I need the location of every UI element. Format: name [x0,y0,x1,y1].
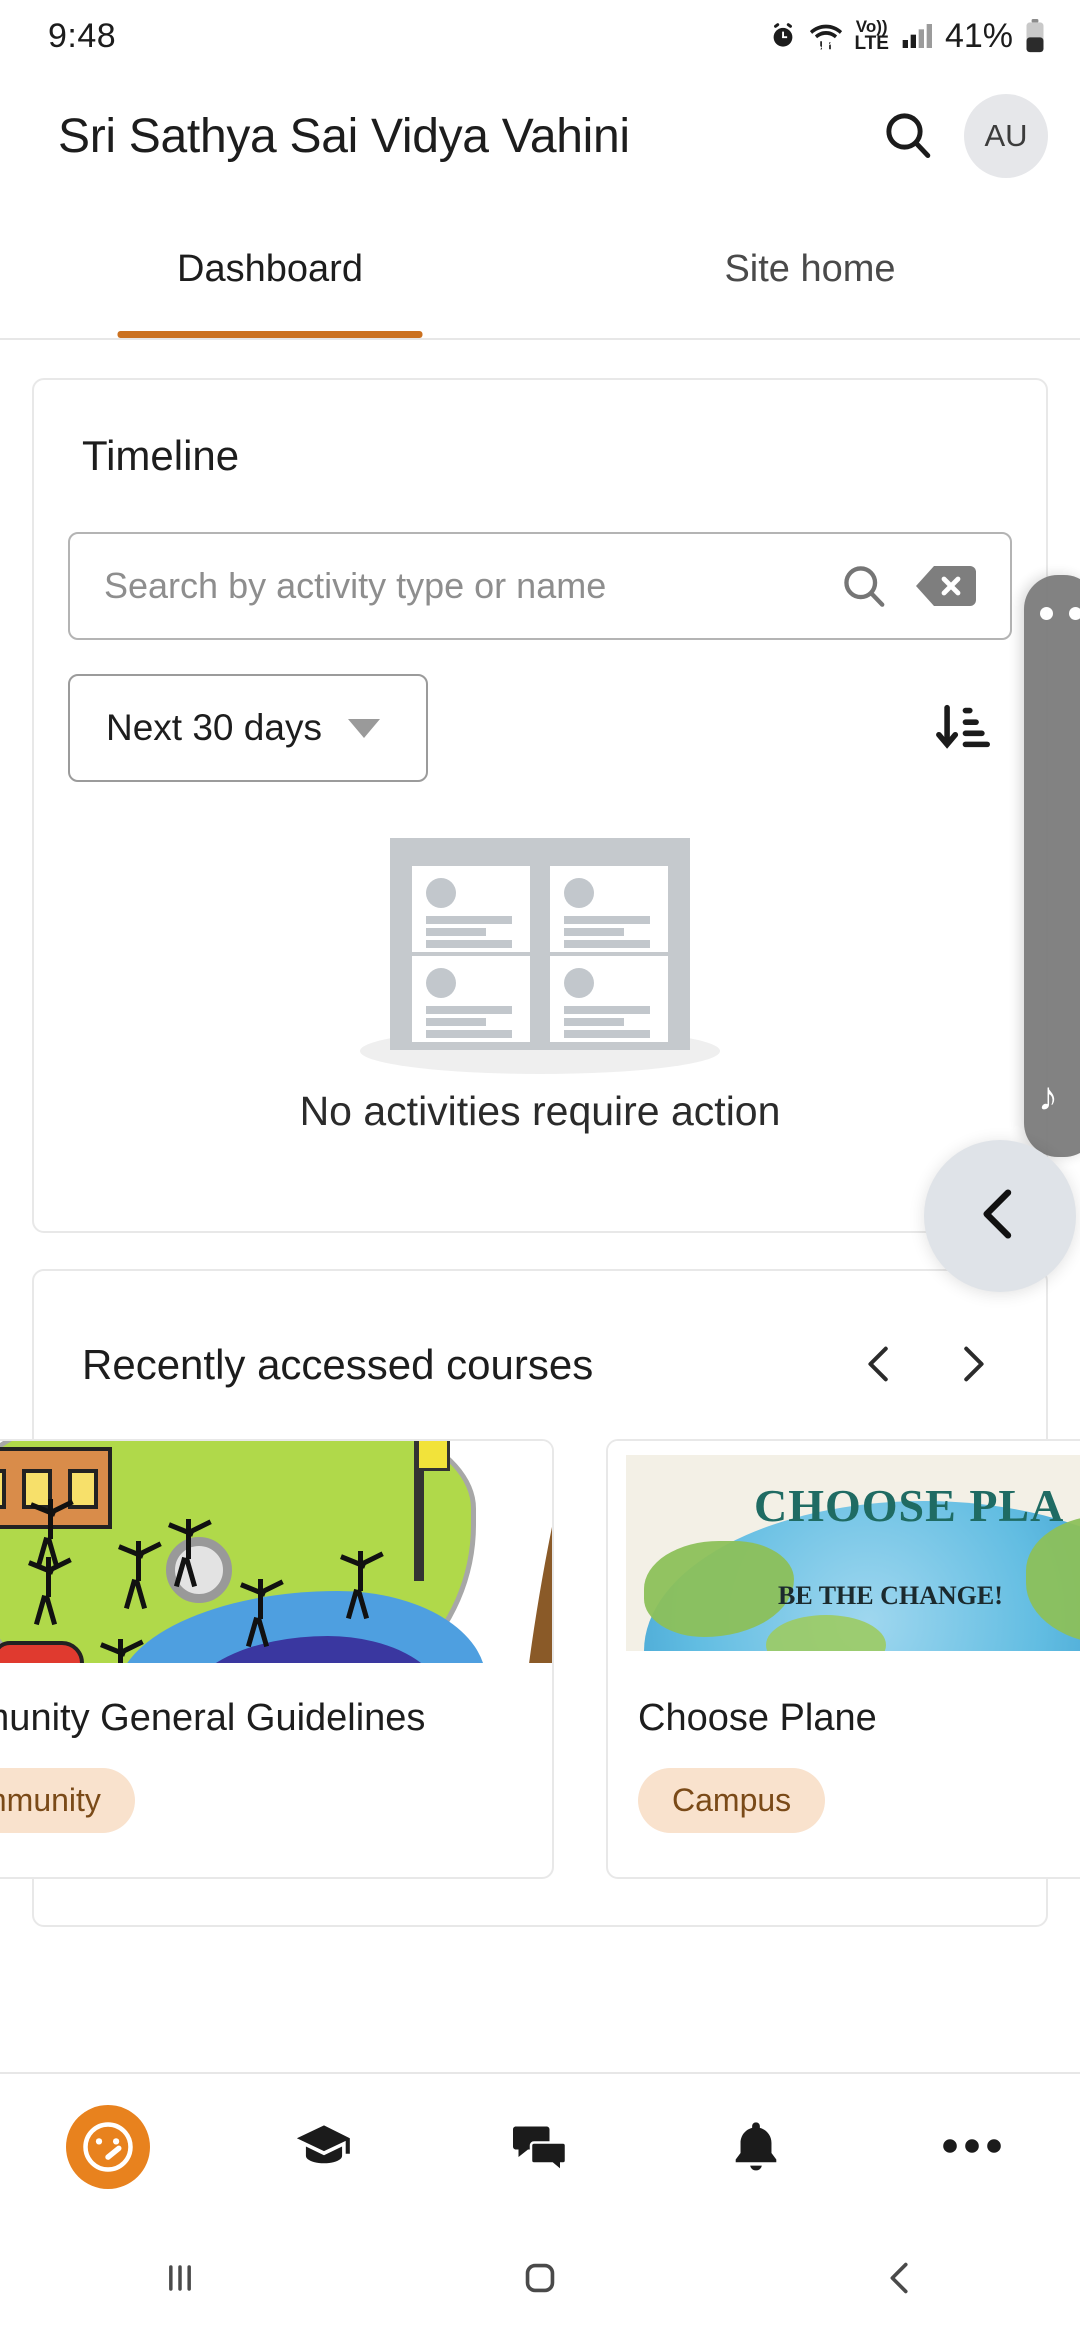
tab-site-home[interactable]: Site home [540,200,1080,338]
status-time: 9:48 [48,16,117,55]
bottom-navigation [0,2072,1080,2220]
timeline-search-field[interactable] [68,532,1012,640]
graduation-cap-icon [293,2115,355,2180]
illustration-board [390,838,690,1050]
illustration-mini-card [550,866,668,952]
tab-dashboard[interactable]: Dashboard [0,200,540,338]
app-bar: Sri Sathya Sai Vidya Vahini AU [0,72,1080,200]
sort-descending-icon [935,698,993,759]
nav-courses[interactable] [254,2087,394,2207]
recently-accessed-card: Recently accessed courses unity General … [0,1269,1080,1927]
tab-bar: Dashboard Site home [0,200,1080,340]
course-name: Choose Plane [638,1697,877,1739]
search-input[interactable] [104,565,828,607]
search-icon [880,107,936,166]
course-name: mmunity General Guidelines [0,1697,426,1739]
recents-button[interactable] [90,2220,270,2340]
search-icon[interactable] [838,560,890,612]
recents-bars-icon [158,2256,202,2305]
dashboard-gauge-icon [66,2105,150,2189]
timeline-card: Timeline Search by activity type or name… [32,378,1048,1233]
main-content: Timeline Search by activity type or name… [0,342,1080,2072]
course-card[interactable]: mmunity General Guidelines mmunity [0,1439,554,1879]
alarm-icon [768,21,798,51]
date-range-select[interactable]: Next 30 days [68,674,428,782]
course-carousel[interactable]: mmunity General Guidelines mmunity CHOOS… [0,1411,1080,1925]
music-note-icon[interactable]: ♪ [1038,1077,1058,1117]
date-range-value: Next 30 days [106,707,322,748]
back-chevron-icon [877,2255,923,2306]
carousel-prev-button[interactable] [834,1319,926,1411]
system-navigation-bar [0,2220,1080,2340]
recently-accessed-heading: Recently accessed courses [82,1341,594,1388]
page-title: Sri Sathya Sai Vidya Vahini [58,109,630,163]
back-button[interactable] [810,2220,990,2340]
search-button[interactable] [860,88,956,184]
choose-planet-globe-poster: CHOOSE PLA BE THE CHANGE! [608,1441,1080,1663]
bell-icon [727,2117,785,2178]
home-button[interactable] [450,2220,630,2340]
edge-panel-collapse-button[interactable] [924,1140,1076,1292]
phone-screen: 9:48 Vo)) LTE 41% Sri Sathya Sai Vidya V… [0,0,1080,2340]
chevron-left-icon [857,1341,903,1390]
recently-accessed-header: Recently accessed courses [34,1271,1046,1411]
chevron-right-icon [949,1341,995,1390]
backspace-clear-icon[interactable] [916,564,976,608]
nav-notifications[interactable] [686,2087,826,2207]
carousel-next-button[interactable] [926,1319,1018,1411]
poster-headline: CHOOSE PLA [754,1480,1065,1531]
empty-state-message: No activities require action [299,1088,781,1134]
illustration-mini-card [412,956,530,1042]
wifi-icon [809,21,843,51]
battery-percent: 41% [944,16,1013,55]
course-category-chip: Campus [638,1768,826,1833]
nav-dashboard[interactable] [38,2087,178,2207]
avatar[interactable]: AU [964,94,1048,178]
course-image: CHOOSE PLA BE THE CHANGE! [608,1441,1080,1663]
course-image [0,1441,552,1663]
chat-bubbles-icon [510,2116,570,2179]
chevron-left-icon [968,1182,1032,1251]
illustration-mini-card [550,956,668,1042]
nav-more[interactable] [902,2087,1042,2207]
illustration-mini-card [412,866,530,952]
battery-icon [1024,19,1046,53]
timeline-controls: Next 30 days [68,674,1012,782]
sort-button[interactable] [916,680,1012,776]
timeline-empty-state: No activities require action [34,782,1046,1231]
empty-activities-board-illustration [360,838,720,1074]
course-card[interactable]: CHOOSE PLA BE THE CHANGE! Choose Plane C… [606,1439,1080,1879]
volte-icon: Vo)) LTE [854,16,889,55]
course-category-chip: mmunity [0,1768,135,1833]
edge-panel-dots [1040,607,1080,620]
status-icons: Vo)) LTE 41% [768,17,1046,56]
avatar-initials: AU [984,118,1028,153]
poster-subline: BE THE CHANGE! [778,1581,1003,1610]
village-green-stick-figures-illustration [0,1441,552,1663]
signal-icon [900,21,932,51]
home-square-icon [517,2255,563,2306]
more-horizontal-icon [942,2135,1002,2160]
edge-panel[interactable]: ♪ [1024,575,1080,1157]
timeline-heading: Timeline [82,432,240,479]
chevron-down-icon [347,718,380,738]
status-bar: 9:48 Vo)) LTE 41% [0,0,1080,72]
nav-messages[interactable] [470,2087,610,2207]
